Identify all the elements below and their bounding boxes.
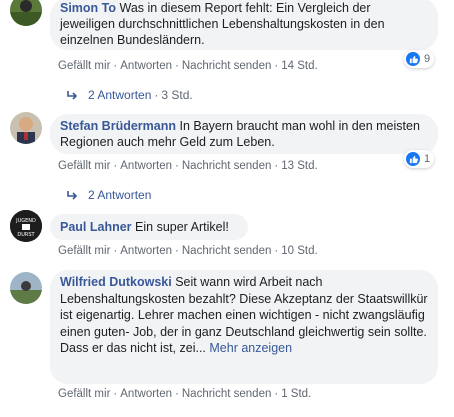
- like-count: 1: [424, 153, 431, 165]
- replies-row[interactable]: 2 Antworten · 3 Std.: [66, 88, 193, 103]
- replies-row[interactable]: 2 Antworten: [66, 188, 151, 203]
- separator: ·: [175, 245, 179, 257]
- comment-author[interactable]: Paul Lahner: [60, 220, 132, 234]
- svg-text:DURST: DURST: [17, 232, 35, 238]
- reaction-count[interactable]: 9: [404, 50, 435, 68]
- like-icon: [406, 52, 420, 66]
- avatar[interactable]: [10, 112, 42, 144]
- message-link[interactable]: Nachricht senden: [182, 388, 272, 400]
- timestamp[interactable]: 10 Std.: [281, 245, 317, 257]
- like-count: 9: [424, 53, 431, 65]
- comment-actions: Gefällt mir · Antworten · Nachricht senden · 1…: [58, 388, 311, 400]
- separator: ·: [274, 245, 279, 257]
- message-link[interactable]: Nachricht senden: [182, 60, 272, 72]
- comment-author[interactable]: Simon To: [60, 1, 116, 15]
- comment-author[interactable]: Wilfried Dutkowski: [60, 275, 172, 289]
- separator: ·: [274, 160, 279, 172]
- like-link[interactable]: Gefällt mir: [58, 388, 110, 400]
- replies-link[interactable]: 2 Antworten: [88, 188, 151, 202]
- timestamp[interactable]: 13 Std.: [281, 160, 317, 172]
- comment-actions: Gefällt mir · Antworten · Nachricht senden · 1…: [58, 160, 318, 172]
- svg-text:JUGEND: JUGEND: [15, 218, 36, 224]
- comment-actions: Gefällt mir · Antworten · Nachricht senden · 1…: [58, 60, 318, 72]
- separator: ·: [113, 60, 118, 72]
- comment-text: Ein super Artikel!: [135, 220, 229, 234]
- reply-arrow-icon: [66, 89, 78, 103]
- avatar-logo: JUGEND DURST: [10, 210, 42, 242]
- message-link[interactable]: Nachricht senden: [182, 245, 272, 257]
- reply-link[interactable]: Antworten: [120, 245, 172, 257]
- reply-link[interactable]: Antworten: [120, 160, 172, 172]
- avatar[interactable]: [10, 0, 42, 26]
- timestamp[interactable]: 1 Std.: [281, 388, 311, 400]
- separator: ·: [175, 160, 179, 172]
- comment-author[interactable]: Stefan Brüdermann: [60, 119, 176, 133]
- comment-bubble: Paul Lahner Ein super Artikel!: [50, 214, 248, 240]
- replies-time: 3 Std.: [161, 88, 193, 102]
- separator: ·: [113, 160, 118, 172]
- reply-link[interactable]: Antworten: [120, 60, 172, 72]
- comment-bubble: Stefan Brüdermann In Bayern braucht man …: [50, 114, 438, 154]
- avatar[interactable]: [10, 272, 42, 304]
- like-link[interactable]: Gefällt mir: [58, 160, 110, 172]
- comment-actions: Gefällt mir · Antworten · Nachricht senden · 1…: [58, 245, 318, 257]
- comment-bubble: Wilfried Dutkowski Seit wann wird Arbeit…: [50, 270, 438, 384]
- like-icon: [406, 152, 420, 166]
- message-link[interactable]: Nachricht senden: [182, 160, 272, 172]
- separator: ·: [274, 388, 279, 400]
- comment-bubble: Simon To Was in diesem Report fehlt: Ein…: [50, 0, 438, 50]
- reply-arrow-icon: [66, 189, 78, 203]
- like-link[interactable]: Gefällt mir: [58, 60, 110, 72]
- reaction-count[interactable]: 1: [404, 150, 435, 168]
- separator: ·: [113, 388, 118, 400]
- separator: ·: [154, 88, 159, 102]
- separator: ·: [274, 60, 279, 72]
- avatar[interactable]: JUGEND DURST: [10, 210, 42, 242]
- separator: ·: [175, 388, 179, 400]
- show-more-link[interactable]: Mehr anzeigen: [209, 341, 292, 355]
- separator: ·: [113, 245, 118, 257]
- timestamp[interactable]: 14 Std.: [281, 60, 317, 72]
- separator: ·: [175, 60, 179, 72]
- reply-link[interactable]: Antworten: [120, 388, 172, 400]
- like-link[interactable]: Gefällt mir: [58, 245, 110, 257]
- replies-link[interactable]: 2 Antworten: [88, 88, 151, 102]
